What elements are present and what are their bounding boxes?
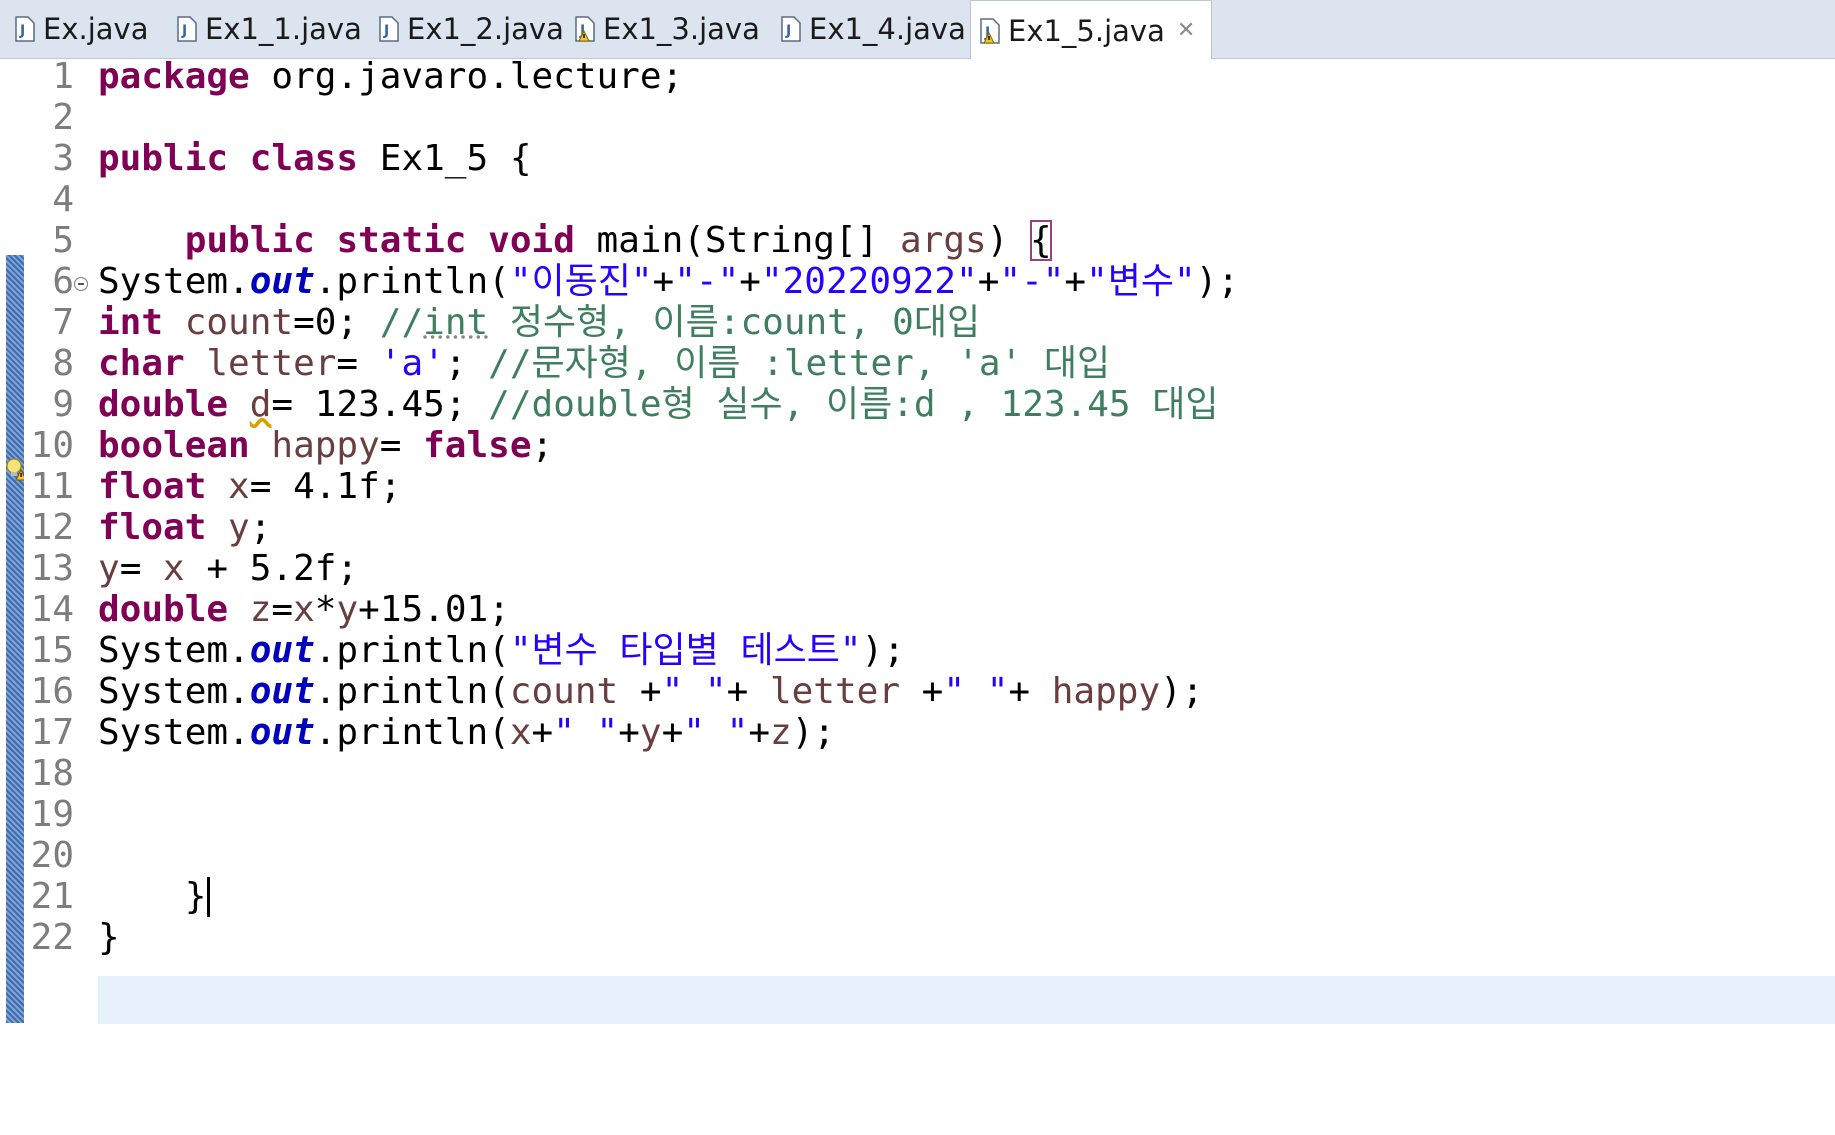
code-line-3: public class Ex1_5 {: [98, 138, 532, 179]
tab-ex1-2-java[interactable]: J Ex1_2.java: [378, 0, 564, 58]
tab-ex1-5-java[interactable]: J Ex1_5.java ✕: [970, 0, 1213, 60]
text-caret: [207, 877, 211, 917]
tab-label: Ex1_4.java: [809, 12, 966, 46]
tab-label: Ex1_5.java: [1008, 13, 1165, 48]
tab-label: Ex1_3.java: [603, 12, 760, 46]
svg-text:J: J: [181, 23, 187, 39]
svg-text:J: J: [785, 23, 791, 39]
code-line-1: package org.javaro.lecture;: [98, 56, 684, 97]
close-icon[interactable]: ✕: [1177, 18, 1195, 43]
code-line-21: }: [98, 917, 120, 958]
line-number: 22: [30, 917, 74, 958]
code-text-area[interactable]: package org.javaro.lecture; public class…: [98, 56, 1835, 1135]
line-number-ruler: 1 2 3 4 5 6 7 8 9 10 11 12 13 14 15 16 1…: [24, 56, 94, 1135]
java-file-icon: J: [14, 16, 36, 42]
java-file-icon: J: [780, 16, 802, 42]
spelling-underline: int: [423, 302, 489, 343]
tab-ex-java[interactable]: J Ex.java: [14, 0, 148, 58]
java-file-warning-icon: J: [979, 17, 1001, 44]
tab-label: Ex1_1.java: [205, 12, 362, 46]
java-file-icon: J: [378, 16, 400, 42]
tab-ex1-4-java[interactable]: J Ex1_4.java: [780, 0, 966, 58]
tab-label: Ex.java: [43, 12, 149, 46]
code-editor[interactable]: 1 2 3 4 5 6 7 8 9 10 11 12 13 14 15 16 1…: [0, 56, 1835, 1135]
matching-bracket-highlight: {: [1030, 220, 1052, 261]
tab-ex1-3-java[interactable]: J Ex1_3.java: [574, 0, 760, 58]
fold-collapse-icon[interactable]: [74, 277, 88, 291]
java-file-icon: J: [176, 16, 198, 42]
svg-text:J: J: [383, 23, 389, 39]
tab-ex1-1-java[interactable]: J Ex1_1.java: [176, 0, 362, 58]
editor-tab-bar: J Ex.java J Ex1_1.java J Ex1_2.java J Ex…: [0, 0, 1835, 60]
java-file-warning-icon: J: [574, 16, 596, 42]
code-line-17: System.out.println(x+" "+y+" "+z);: [98, 712, 836, 753]
svg-text:J: J: [19, 23, 25, 39]
tab-label: Ex1_2.java: [407, 12, 564, 46]
warning-underline: d: [249, 384, 272, 425]
